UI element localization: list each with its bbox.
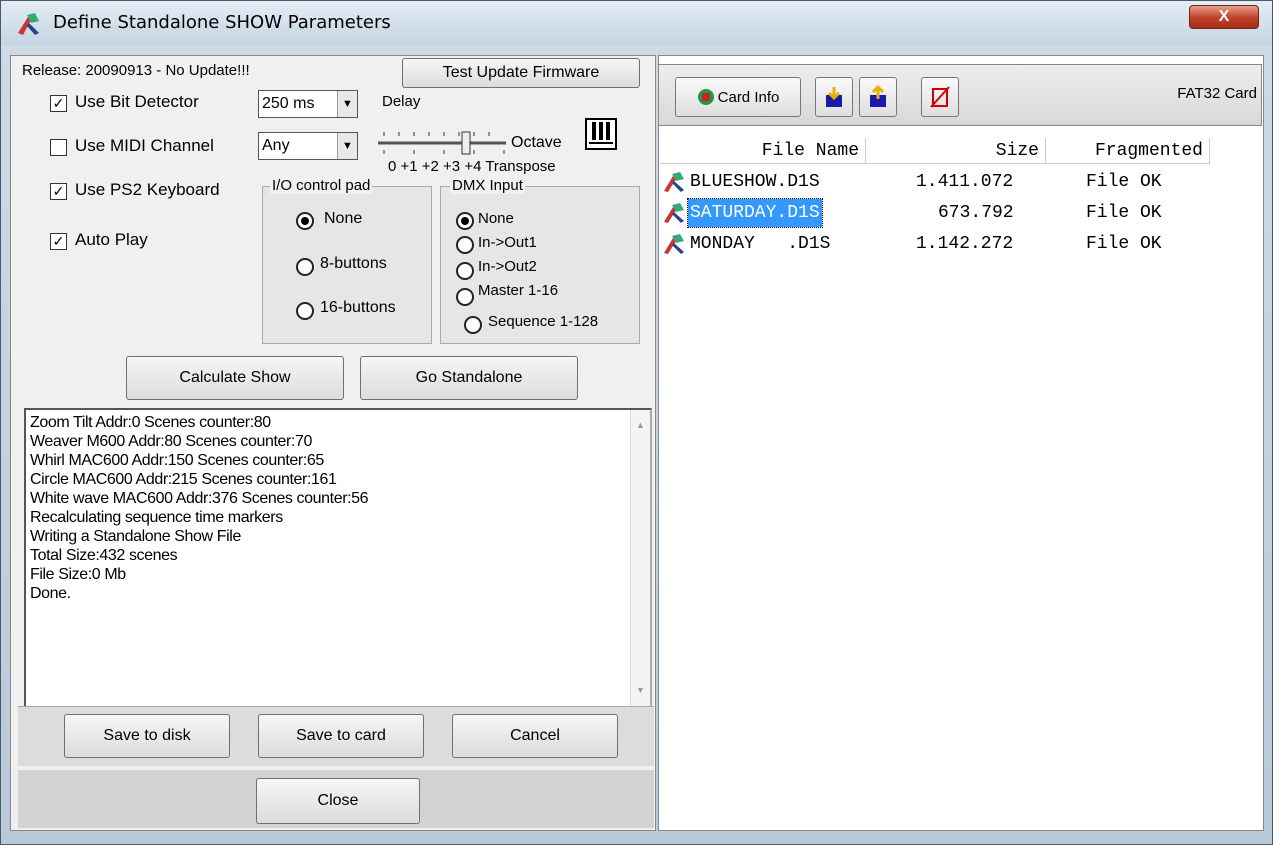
scroll-up-icon[interactable]: ▲: [636, 416, 645, 435]
log-line: Recalculating sequence time markers: [30, 509, 283, 526]
chevron-down-icon: ▼: [337, 91, 357, 117]
test-update-firmware-button[interactable]: Test Update Firmware: [402, 58, 640, 88]
log-textarea[interactable]: Zoom Tilt Addr:0 Scenes counter:80 Weave…: [24, 408, 652, 708]
go-standalone-button[interactable]: Go Standalone: [360, 356, 578, 400]
file-name: MONDAY .D1S: [690, 234, 831, 254]
show-file-icon: [664, 203, 684, 223]
dmx-master-label: Master 1-16: [478, 282, 559, 299]
dmx-none-radio[interactable]: [456, 212, 474, 230]
log-line: Circle MAC600 Addr:215 Scenes counter:16…: [30, 471, 337, 488]
save-to-disk-button[interactable]: Save to disk: [64, 714, 230, 758]
cancel-button[interactable]: Cancel: [452, 714, 618, 758]
io-pad-none-label: None: [324, 210, 363, 227]
title-bar: Define Standalone SHOW Parameters X: [1, 1, 1272, 45]
midi-channel-checkbox[interactable]: [50, 139, 67, 156]
delete-icon: [930, 86, 950, 108]
delay-select[interactable]: 250 ms ▼: [258, 90, 358, 118]
scroll-down-icon[interactable]: ▼: [636, 681, 645, 700]
midi-channel-value: Any: [262, 137, 290, 154]
bit-detector-label: Use Bit Detector: [75, 92, 199, 111]
io-pad-16-buttons-label: 16-buttons: [320, 299, 396, 316]
close-button[interactable]: Close: [256, 778, 420, 824]
upload-icon: [870, 85, 886, 107]
io-pad-8-buttons-radio[interactable]: [296, 258, 314, 276]
bit-detector-checkbox[interactable]: ✓: [50, 95, 67, 112]
column-header-fragmented[interactable]: Fragmented: [1046, 138, 1210, 164]
dmx-none-label: None: [478, 210, 514, 227]
io-pad-8-buttons-label: 8-buttons: [320, 255, 387, 272]
file-row-selected[interactable]: SATURDAY.D1S 673.792 File OK: [662, 198, 1242, 228]
ps2-keyboard-label: Use PS2 Keyboard: [75, 180, 220, 199]
transpose-scale-label: 0 +1 +2 +3 +4 Transpose: [388, 158, 556, 175]
file-size: 1.142.272: [916, 234, 1014, 254]
card-info-label: Card Info: [717, 88, 780, 106]
file-name: SATURDAY.D1S: [687, 198, 823, 228]
write-card-button[interactable]: [859, 77, 897, 117]
save-to-card-button[interactable]: Save to card: [258, 714, 424, 758]
file-status: File OK: [1086, 172, 1162, 192]
card-info-button[interactable]: Card Info: [675, 77, 801, 117]
midi-channel-select[interactable]: Any ▼: [258, 132, 358, 160]
io-control-pad-title: I/O control pad: [270, 177, 373, 194]
calculate-show-button[interactable]: Calculate Show: [126, 356, 344, 400]
file-row[interactable]: MONDAY .D1S 1.142.272 File OK: [662, 230, 1242, 258]
octave-label: Octave: [511, 134, 562, 151]
log-line: Zoom Tilt Addr:0 Scenes counter:80: [30, 414, 271, 431]
dmx-sequence-radio[interactable]: [464, 316, 482, 334]
auto-play-label: Auto Play: [75, 230, 148, 249]
io-pad-none-radio[interactable]: [296, 212, 314, 230]
file-row[interactable]: BLUESHOW.D1S 1.411.072 File OK: [662, 168, 1242, 196]
file-size: 1.411.072: [916, 172, 1014, 192]
piano-keyboard-icon[interactable]: [585, 118, 617, 150]
log-line: Total Size:432 scenes: [30, 547, 178, 564]
dmx-input-title: DMX Input: [450, 177, 525, 194]
show-file-icon: [664, 234, 684, 254]
card-info-icon: [697, 89, 714, 105]
delay-value: 250 ms: [262, 95, 315, 112]
read-card-button[interactable]: [815, 77, 853, 117]
chevron-down-icon: ▼: [337, 133, 357, 159]
show-file-icon: [664, 172, 684, 192]
delete-file-button[interactable]: [921, 77, 959, 117]
delay-label: Delay: [382, 93, 421, 110]
log-line: Weaver M600 Addr:80 Scenes counter:70: [30, 433, 312, 450]
column-header-size[interactable]: Size: [866, 138, 1046, 164]
dmx-in-out2-radio[interactable]: [456, 262, 474, 280]
log-line: Done.: [30, 585, 71, 602]
log-line: File Size:0 Mb: [30, 566, 126, 583]
dmx-sequence-label: Sequence 1-128: [488, 313, 599, 330]
transpose-slider[interactable]: [374, 124, 510, 158]
midi-channel-label: Use MIDI Channel: [75, 136, 214, 155]
io-pad-16-buttons-radio[interactable]: [296, 302, 314, 320]
ps2-keyboard-checkbox[interactable]: ✓: [50, 183, 67, 200]
file-status: File OK: [1086, 234, 1162, 254]
filesystem-label: FAT32 Card: [1177, 85, 1257, 102]
column-header-file-name[interactable]: File Name: [660, 138, 866, 164]
app-icon: [18, 13, 39, 35]
file-name: BLUESHOW.D1S: [690, 172, 820, 192]
dmx-in-out1-radio[interactable]: [456, 236, 474, 254]
file-size: 673.792: [938, 203, 1014, 223]
download-icon: [826, 87, 842, 107]
log-line: White wave MAC600 Addr:376 Scenes counte…: [30, 490, 369, 507]
dmx-master-radio[interactable]: [456, 288, 474, 306]
dmx-in-out2-label: In->Out2: [478, 258, 537, 275]
log-scrollbar[interactable]: ▲ ▼: [630, 410, 650, 706]
release-label: Release: 20090913 - No Update!!!: [22, 62, 250, 79]
log-line: Writing a Standalone Show File: [30, 528, 241, 545]
card-toolbar: Card Info FAT32 Card: [658, 64, 1262, 126]
file-status: File OK: [1086, 203, 1162, 223]
dmx-in-out1-label: In->Out1: [478, 234, 537, 251]
auto-play-checkbox[interactable]: ✓: [50, 233, 67, 250]
close-window-button[interactable]: X: [1189, 5, 1259, 29]
window-title: Define Standalone SHOW Parameters: [53, 12, 391, 33]
log-line: Whirl MAC600 Addr:150 Scenes counter:65: [30, 452, 324, 469]
